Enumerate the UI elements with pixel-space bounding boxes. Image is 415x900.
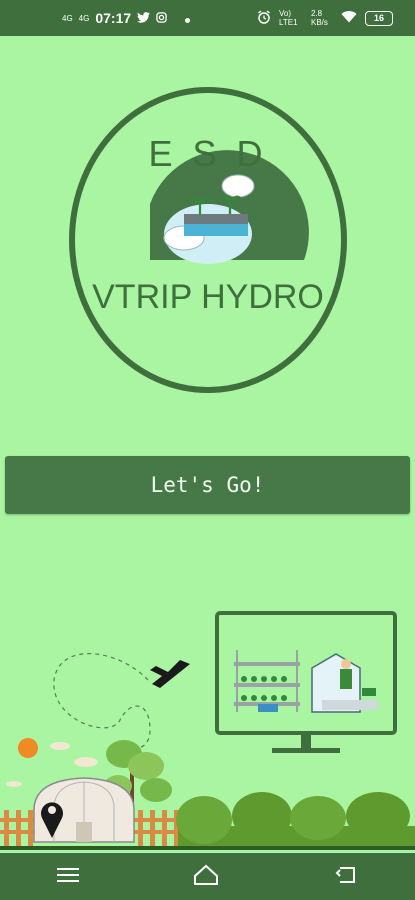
logo-brand-text: VTRIP HYDRO [92,278,324,316]
home-icon[interactable] [193,864,219,890]
flight-path [53,653,151,750]
lets-go-button[interactable]: Let's Go! [5,456,410,514]
bottom-illustration [0,611,415,850]
navigation-bar [0,853,415,900]
volte-indicator: Vo) LTE1 [279,9,298,27]
wifi-icon [341,10,357,26]
alarm-icon [257,9,271,27]
bushes [176,792,415,850]
sun-icon [18,738,38,758]
airplane-icon [150,660,190,688]
dot-icon [185,11,191,26]
menu-icon[interactable] [57,867,80,887]
network-indicator-2: 4G [78,13,90,23]
network-indicator: 4G [62,13,73,23]
speed-indicator: 2.8 KB/s [311,9,328,27]
app-logo: E S D VTRIP HYDRO [69,87,347,393]
battery-indicator: 16 [365,10,393,26]
back-icon[interactable] [334,866,358,888]
status-right: Vo) LTE1 2.8 KB/s 16 [257,9,393,27]
twitter-icon [137,11,151,26]
status-bar: 4G 4G 07:17 Vo) LTE1 2.8 KB/s 16 [0,0,415,36]
clock: 07:17 [95,10,132,26]
instagram-icon [156,11,167,26]
monitor-icon [215,611,397,753]
status-left: 4G 4G 07:17 [62,10,191,26]
logo-esd-text: E S D [148,133,267,174]
